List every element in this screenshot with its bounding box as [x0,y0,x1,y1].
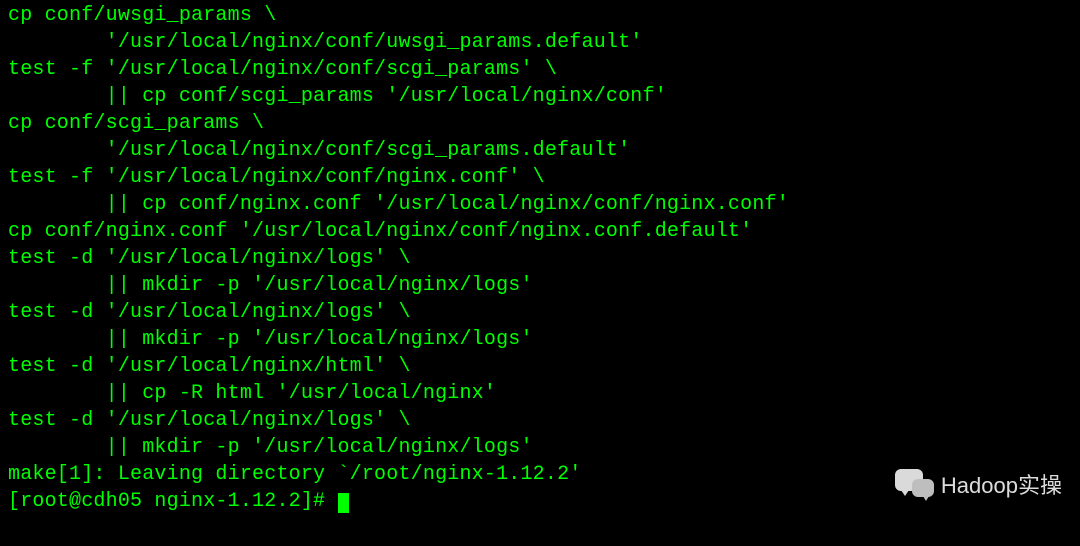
output-line: || mkdir -p '/usr/local/nginx/logs' [8,326,1072,353]
shell-prompt: [root@cdh05 nginx-1.12.2]# [8,490,325,513]
output-line: test -d '/usr/local/nginx/logs' \ [8,299,1072,326]
cursor [338,493,349,513]
output-line: || cp conf/nginx.conf '/usr/local/nginx/… [8,191,1072,218]
output-line: test -f '/usr/local/nginx/conf/scgi_para… [8,56,1072,83]
output-line: cp conf/nginx.conf '/usr/local/nginx/con… [8,218,1072,245]
output-line: || cp conf/scgi_params '/usr/local/nginx… [8,83,1072,110]
wechat-chat-icon [895,469,935,502]
output-line: || cp -R html '/usr/local/nginx' [8,380,1072,407]
watermark: Hadoop实操 [895,469,1062,502]
output-line: cp conf/uwsgi_params \ [8,2,1072,29]
output-line: test -d '/usr/local/nginx/html' \ [8,353,1072,380]
terminal-output: cp conf/uwsgi_params \ '/usr/local/nginx… [8,2,1072,515]
watermark-text: Hadoop实操 [941,472,1062,499]
output-line: '/usr/local/nginx/conf/scgi_params.defau… [8,137,1072,164]
output-line: test -f '/usr/local/nginx/conf/nginx.con… [8,164,1072,191]
output-line: test -d '/usr/local/nginx/logs' \ [8,245,1072,272]
output-line: '/usr/local/nginx/conf/uwsgi_params.defa… [8,29,1072,56]
output-line: || mkdir -p '/usr/local/nginx/logs' [8,272,1072,299]
output-line: test -d '/usr/local/nginx/logs' \ [8,407,1072,434]
output-line: || mkdir -p '/usr/local/nginx/logs' [8,434,1072,461]
output-line: cp conf/scgi_params \ [8,110,1072,137]
